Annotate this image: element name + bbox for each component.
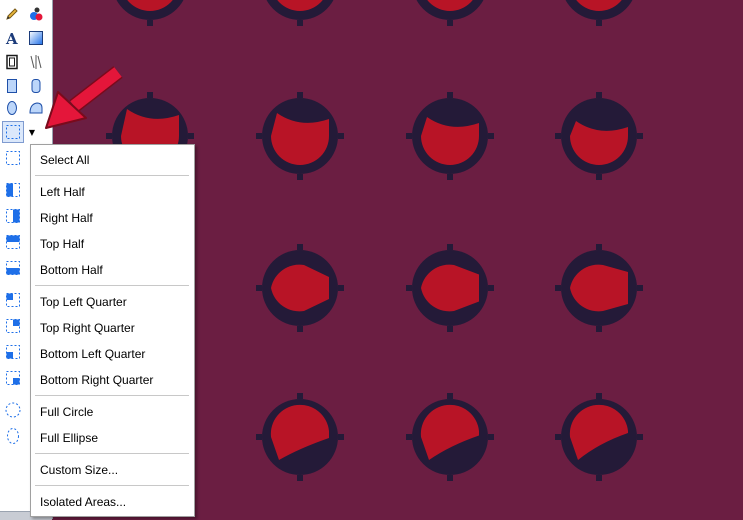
sprite-frame: [256, 244, 344, 332]
pencil-icon[interactable]: [2, 4, 22, 24]
rectangle-select-icon: [6, 125, 20, 139]
bottom-right-quarter-icon: [4, 369, 22, 387]
menu-item-bottom-half[interactable]: Bottom Half: [40, 263, 103, 277]
top-right-quarter-icon: [4, 317, 22, 335]
menu-item-top-left-quarter[interactable]: Top Left Quarter: [40, 295, 127, 309]
annotation-arrow-icon: [45, 66, 123, 129]
color-picker-icon[interactable]: [26, 4, 46, 24]
text-icon[interactable]: A: [2, 28, 22, 48]
menu-separator: [35, 453, 189, 454]
full-circle-icon: [4, 401, 22, 419]
top-left-quarter-icon: [4, 291, 22, 309]
menu-item-bottom-left-quarter[interactable]: Bottom Left Quarter: [40, 347, 145, 361]
sprite-frame: [116, 0, 184, 26]
menu-item-top-right-quarter[interactable]: Top Right Quarter: [40, 321, 135, 335]
menu-item-select-all[interactable]: Select All: [40, 153, 89, 167]
selection-dropdown-button[interactable]: ▼: [25, 121, 39, 143]
left-half-icon: [4, 181, 22, 199]
sprite-frame: [406, 393, 494, 481]
menu-item-right-half[interactable]: Right Half: [40, 211, 93, 225]
menu-item-top-half[interactable]: Top Half: [40, 237, 84, 251]
sprite-frame: [256, 92, 344, 180]
sprite-frame: [406, 92, 494, 180]
select-all-icon: [4, 149, 22, 167]
top-half-icon: [4, 233, 22, 251]
menu-separator: [35, 175, 189, 176]
sprite-frame: [256, 393, 344, 481]
rectangle-icon[interactable]: [2, 76, 22, 96]
sprite-frame: [555, 92, 643, 180]
menu-separator: [35, 395, 189, 396]
ellipse-icon[interactable]: [2, 98, 22, 118]
bottom-left-quarter-icon: [4, 343, 22, 361]
gradient-icon[interactable]: [26, 28, 46, 48]
full-ellipse-icon: [4, 427, 22, 445]
selection-shape-menu: Select All Left Half Right Half Top Half…: [30, 144, 195, 517]
menu-item-bottom-right-quarter[interactable]: Bottom Right Quarter: [40, 373, 153, 387]
right-half-icon: [4, 207, 22, 225]
menu-item-left-half[interactable]: Left Half: [40, 185, 85, 199]
frame-icon[interactable]: [2, 52, 22, 72]
rectangle-select-tool-button[interactable]: [2, 121, 24, 143]
menu-item-full-circle[interactable]: Full Circle: [40, 405, 93, 419]
sprite-frame: [565, 0, 633, 26]
sprite-frame: [406, 244, 494, 332]
sprite-frame: [555, 393, 643, 481]
menu-separator: [35, 485, 189, 486]
sprite-frame: [416, 0, 484, 26]
menu-item-isolated-areas[interactable]: Isolated Areas...: [40, 495, 126, 509]
sprite-frame: [555, 244, 643, 332]
sprite-frame: [266, 0, 334, 26]
menu-item-custom-size[interactable]: Custom Size...: [40, 463, 118, 477]
svg-text:A: A: [5, 30, 18, 46]
menu-separator: [35, 285, 189, 286]
bottom-half-icon: [4, 259, 22, 277]
menu-item-full-ellipse[interactable]: Full Ellipse: [40, 431, 98, 445]
chevron-down-icon: ▼: [28, 127, 36, 137]
